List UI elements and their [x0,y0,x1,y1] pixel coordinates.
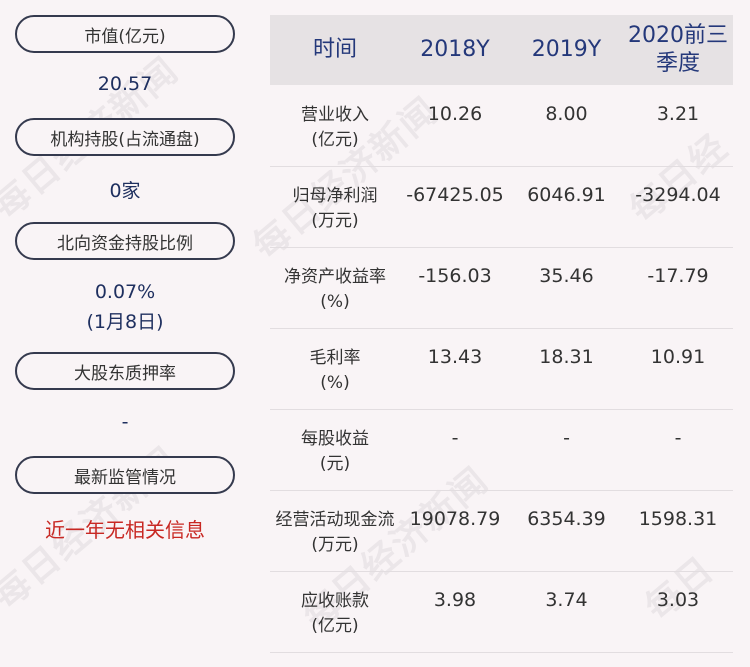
header-2020q3-line2: 季度 [655,51,700,76]
row-label: 净资产收益率 (%) [270,247,400,315]
regulation-value: 近一年无相关信息 [45,518,205,542]
row-label-unit: (亿元) [311,130,359,150]
header-2018: 2018Y [420,37,490,62]
table-cell: - [451,427,459,449]
row-label-name: 营业收入 [301,105,369,125]
row-label-name: 毛利率 [309,348,361,368]
row-label: 经营活动现金流 (万元) [270,490,400,558]
table-cell: -3294.04 [635,184,721,206]
table-cell: 10.91 [650,346,706,368]
row-label-name: 每股收益 [301,429,369,449]
pledge-ratio-label-pill: 大股东质押率 [15,352,235,390]
table-cell: 35.46 [539,265,594,287]
table-cell: 6046.91 [527,184,606,206]
table-cell: 18.31 [539,346,594,368]
institutional-holdings-label-pill: 机构持股(占流通盘) [15,118,235,156]
table-cell: 3.98 [433,589,477,611]
row-label-unit: (万元) [311,535,359,555]
northbound-ratio-date: (1月8日) [86,311,164,333]
table-cell: 3.21 [656,103,700,125]
northbound-ratio-label: 北向资金持股比例 [57,233,193,254]
table-cell: 8.00 [545,103,588,125]
table-row: 营业收入 (亿元) 10.26 8.00 3.21 [270,85,733,167]
table-cell: -156.03 [418,265,492,287]
northbound-ratio-label-pill: 北向资金持股比例 [15,222,235,260]
table-header: 时间 2018Y 2019Y 2020前三 季度 [270,15,733,85]
pledge-ratio-value: - [121,411,129,433]
row-label-name: 经营活动现金流 [275,510,395,530]
row-label-unit: (%) [320,292,350,312]
table-cell: 3.03 [656,589,700,611]
row-label: 归母净利润 (万元) [270,166,400,234]
table-cell: 10.26 [427,103,483,125]
header-2020q3: 2020前三 季度 [623,15,733,85]
market-cap-value: 20.57 [97,73,153,95]
row-label: 毛利率 (%) [270,328,400,396]
regulation-label-pill: 最新监管情况 [15,456,235,494]
table-cell: 1598.31 [638,508,718,530]
table-cell: - [563,427,570,449]
table-row: 经营活动现金流 (万元) 19078.79 6354.39 1598.31 [270,490,733,572]
table-row: 归母净利润 (万元) -67425.05 6046.91 -3294.04 [270,166,733,248]
row-label-name: 应收账款 [301,591,369,611]
header-2020q3-line1: 2020前三 [628,23,728,48]
northbound-ratio-value: 0.07% [94,281,156,303]
table-row: 每股收益 (元) - - - [270,409,733,491]
table-row: 应收账款 (亿元) 3.98 3.74 3.03 [270,571,733,653]
table-row: 毛利率 (%) 13.43 18.31 10.91 [270,328,733,410]
institutional-holdings-label: 机构持股(占流通盘) [50,129,200,150]
header-2019: 2019Y [531,37,602,62]
row-label-name: 净资产收益率 [284,267,386,287]
table-cell: - [674,427,682,449]
row-label: 应收账款 (亿元) [270,571,400,639]
row-label-unit: (亿元) [311,616,359,636]
institutional-holdings-value: 0家 [109,180,141,202]
table-cell: 19078.79 [409,508,501,530]
market-cap-label: 市值(亿元) [84,26,166,47]
row-label-unit: (元) [319,454,351,474]
table-cell: -17.79 [647,265,709,287]
header-time: 时间 [312,37,357,62]
row-label-unit: (万元) [311,211,359,231]
row-label: 营业收入 (亿元) [270,85,400,153]
table-cell: 13.43 [427,346,483,368]
row-label-unit: (%) [320,373,350,393]
row-label-name: 归母净利润 [292,186,378,206]
table-cell: 6354.39 [527,508,606,530]
pledge-ratio-label: 大股东质押率 [74,363,176,384]
table-row: 净资产收益率 (%) -156.03 35.46 -17.79 [270,247,733,329]
regulation-label: 最新监管情况 [74,467,176,488]
market-cap-label-pill: 市值(亿元) [15,15,235,53]
table-cell: 3.74 [545,589,588,611]
table-cell: -67425.05 [406,184,504,206]
row-label: 每股收益 (元) [270,409,400,477]
